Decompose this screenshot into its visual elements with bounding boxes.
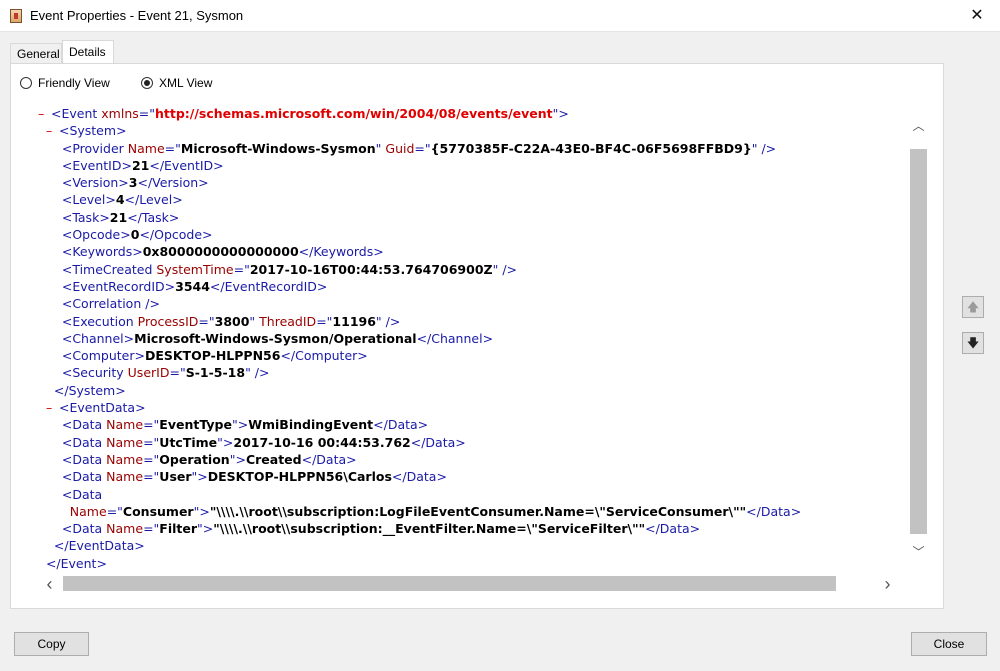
xml-line: </EventData>: [53, 538, 145, 554]
xml-line: <Data Name="EventType">WmiBindingEvent</…: [61, 417, 429, 433]
tab-general[interactable]: General: [10, 43, 62, 63]
xml-line: <Task>21</Task>: [61, 209, 180, 225]
copy-button[interactable]: Copy: [14, 632, 89, 656]
close-button[interactable]: Close: [911, 632, 987, 656]
xml-line: <Security UserID="S-1-5-18" />: [61, 365, 270, 381]
xml-line: <Data Name="User">DESKTOP-HLPPN56\Carlos…: [61, 469, 447, 485]
xml-line: <Provider Name="Microsoft-Windows-Sysmon…: [61, 140, 777, 156]
xml-line: <EventRecordID>3544</EventRecordID>: [61, 278, 328, 294]
arrow-up-icon: 🡅: [966, 300, 980, 314]
xml-line: – <Event xmlns="http://schemas.microsoft.…: [38, 105, 569, 122]
radio-unselected-icon: [20, 77, 32, 89]
xml-line: </System>: [53, 382, 126, 398]
friendly-view-radio[interactable]: Friendly View: [20, 75, 110, 91]
vertical-scroll-thumb[interactable]: [910, 149, 927, 534]
xml-line: <Level>4</Level>: [61, 192, 183, 208]
event-viewer-app-icon: [10, 9, 22, 23]
close-window-button[interactable]: ✕: [954, 0, 1000, 31]
previous-event-button[interactable]: 🡅: [962, 296, 984, 318]
next-event-button[interactable]: 🡇: [962, 332, 984, 354]
xml-content-area[interactable]: – <Event xmlns="http://schemas.microsoft.…: [28, 103, 910, 575]
xml-line: <Data Name="Filter">"\\\\.\\root\\subscr…: [61, 521, 701, 537]
collapse-toggle[interactable]: –: [38, 105, 51, 122]
xml-line: <EventID>21</EventID>: [61, 157, 224, 173]
xml-line: <Data Name="UtcTime">2017-10-16 00:44:53…: [61, 434, 466, 450]
collapse-toggle[interactable]: –: [46, 122, 59, 139]
xml-line: <Computer>DESKTOP-HLPPN56</Computer>: [61, 348, 368, 364]
xml-line: <Keywords>0x8000000000000000</Keywords>: [61, 244, 384, 260]
xml-line: <Version>3</Version>: [61, 175, 209, 191]
window-title: Event Properties - Event 21, Sysmon: [30, 8, 244, 23]
friendly-view-label: Friendly View: [38, 76, 110, 90]
scroll-up-icon[interactable]: ︿: [910, 117, 927, 134]
xml-tree: – <Event xmlns="http://schemas.microsoft.…: [38, 105, 801, 572]
xml-line: <TimeCreated SystemTime="2017-10-16T00:4…: [61, 261, 518, 277]
title-bar: Event Properties - Event 21, Sysmon ✕: [0, 0, 1000, 32]
arrow-down-icon: 🡇: [966, 336, 980, 350]
xml-line: <Correlation />: [61, 296, 160, 312]
xml-line: – <System>: [45, 122, 127, 139]
radio-selected-icon: [141, 77, 153, 89]
xml-line: Name="Consumer">"\\\\.\\root\\subscripti…: [69, 503, 802, 519]
horizontal-scroll-thumb[interactable]: [63, 576, 836, 591]
xml-line: <Opcode>0</Opcode>: [61, 227, 213, 243]
collapse-toggle[interactable]: –: [46, 399, 59, 416]
scroll-left-icon[interactable]: ‹: [41, 574, 58, 595]
scroll-down-icon[interactable]: ﹀: [910, 543, 927, 560]
xml-view-radio[interactable]: XML View: [141, 75, 212, 91]
xml-view-label: XML View: [159, 76, 213, 90]
xml-line: <Channel>Microsoft-Windows-Sysmon/Operat…: [61, 330, 494, 346]
xml-line: <Data Name="Operation">Created</Data>: [61, 451, 357, 467]
xml-line: <Data: [61, 486, 103, 502]
xml-line: <Execution ProcessID="3800" ThreadID="11…: [61, 313, 401, 329]
scroll-right-icon[interactable]: ›: [879, 574, 896, 595]
xml-line: – <EventData>: [45, 399, 146, 416]
tab-details[interactable]: Details: [62, 40, 114, 64]
xml-line: </Event>: [45, 555, 107, 571]
